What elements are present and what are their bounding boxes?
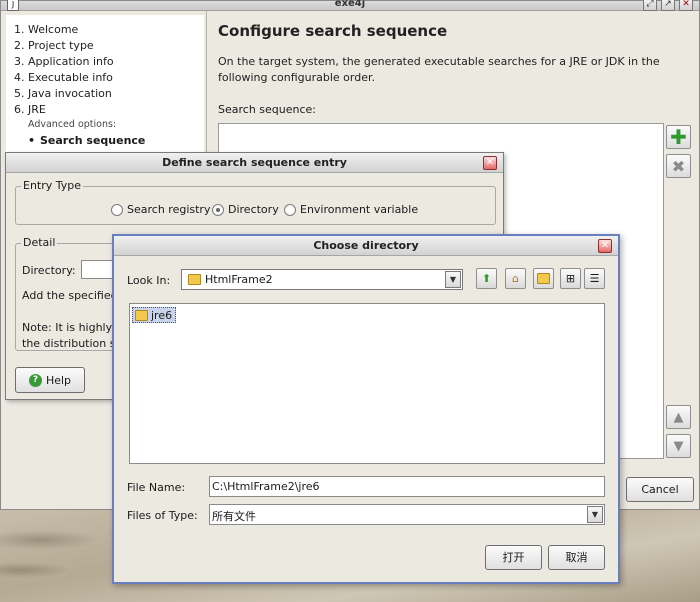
chooser-cancel-button[interactable]: 取消 xyxy=(548,545,605,570)
folder-icon xyxy=(188,274,201,285)
look-in-value: HtmlFrame2 xyxy=(205,273,273,286)
detail-description: Add the specified d xyxy=(22,289,112,302)
main-titlebar: J exe4j ⤢ ↗ ✕ xyxy=(1,0,699,11)
open-button[interactable]: 打开 xyxy=(485,545,542,570)
radio-circle xyxy=(284,203,296,216)
close-icon: ✕ xyxy=(485,157,495,168)
files-of-type-label: Files of Type: xyxy=(127,509,198,522)
help-icon: ? xyxy=(28,373,42,387)
step-jre[interactable]: 6. JRE xyxy=(14,103,46,116)
list-view-button[interactable]: ⊞ xyxy=(560,268,581,289)
detail-label: Detail xyxy=(21,236,58,249)
radio-circle-selected xyxy=(212,203,224,216)
step-java-invocation[interactable]: 5. Java invocation xyxy=(14,87,112,100)
step-welcome[interactable]: 1. Welcome xyxy=(14,23,78,36)
details-view-button[interactable]: ☰ xyxy=(584,268,605,289)
chevron-down-icon[interactable]: ▼ xyxy=(587,506,603,523)
chooser-title: Choose directory xyxy=(313,239,419,252)
step-search-sequence[interactable]: Search sequence xyxy=(40,134,145,147)
entry-dialog-title: Define search sequence entry xyxy=(162,156,347,169)
step-project-type[interactable]: 2. Project type xyxy=(14,39,94,52)
detail-note-line-1: Note: It is highly rec xyxy=(22,321,114,334)
radio-label: Directory xyxy=(228,203,279,216)
arrow-down-icon: ▼ xyxy=(673,438,684,454)
look-in-combo[interactable]: HtmlFrame2 ▼ xyxy=(181,269,463,290)
chevron-down-icon[interactable]: ▼ xyxy=(445,271,461,288)
folder-icon xyxy=(135,309,148,321)
chooser-titlebar: Choose directory ✕ xyxy=(114,236,618,256)
remove-icon: ✖ xyxy=(671,156,686,176)
file-name-label: File Name: xyxy=(127,481,186,494)
radio-label: Search registry xyxy=(127,203,211,216)
radio-environment-variable[interactable]: Environment variable xyxy=(284,203,418,216)
close-window-button[interactable]: ✕ xyxy=(679,0,693,11)
entry-dialog-close-button[interactable]: ✕ xyxy=(483,156,497,170)
file-list-item[interactable]: jre6 xyxy=(132,307,177,323)
radio-label: Environment variable xyxy=(300,203,419,216)
entry-dialog-titlebar: Define search sequence entry ✕ xyxy=(6,153,503,173)
radio-circle xyxy=(111,203,123,216)
minimize-button[interactable]: ⤢ xyxy=(643,0,657,11)
arrow-up-icon: ▲ xyxy=(673,409,684,425)
radio-search-registry[interactable]: Search registry xyxy=(111,203,210,216)
entry-type-label: Entry Type xyxy=(21,179,84,192)
files-of-type-value: 所有文件 xyxy=(212,510,256,523)
page-title: Configure search sequence xyxy=(218,22,448,40)
list-view-icon: ⊞ xyxy=(565,272,576,285)
look-in-label: Look In: xyxy=(127,274,171,287)
move-up-button[interactable]: ▲ xyxy=(666,405,691,429)
file-item-label: jre6 xyxy=(151,308,173,322)
remove-entry-button[interactable]: ✖ xyxy=(666,154,691,178)
file-name-input[interactable]: C:\HtmlFrame2\jre6 xyxy=(209,476,605,497)
advanced-options-label: Advanced options: xyxy=(28,119,117,130)
help-button[interactable]: ? Help xyxy=(15,367,85,393)
move-down-button[interactable]: ▼ xyxy=(666,434,691,458)
add-icon: ✚ xyxy=(670,125,687,149)
search-sequence-label: Search sequence: xyxy=(218,103,317,116)
up-folder-icon: ⬆ xyxy=(481,272,492,285)
up-one-level-button[interactable]: ⬆ xyxy=(476,268,497,289)
steps-panel: 1. Welcome 2. Project type 3. Applicatio… xyxy=(6,15,204,155)
directory-label: Directory: xyxy=(22,264,76,277)
cancel-button[interactable]: Cancel xyxy=(626,477,694,502)
help-label: Help xyxy=(45,373,72,387)
details-view-icon: ☰ xyxy=(589,272,600,285)
step-application-info[interactable]: 3. Application info xyxy=(14,55,114,68)
chooser-close-button[interactable]: ✕ xyxy=(598,239,612,253)
home-button[interactable]: ⌂ xyxy=(505,268,526,289)
new-folder-button[interactable] xyxy=(533,268,554,289)
step-executable-info[interactable]: 4. Executable info xyxy=(14,71,113,84)
close-icon: ✕ xyxy=(600,240,610,251)
page-description: On the target system, the generated exec… xyxy=(218,55,660,84)
window-title: exe4j xyxy=(334,0,366,9)
new-folder-icon xyxy=(537,273,550,284)
maximize-button[interactable]: ↗ xyxy=(661,0,675,11)
current-step-bullet: • xyxy=(28,134,36,147)
radio-directory[interactable]: Directory xyxy=(212,203,279,216)
choose-directory-dialog: Choose directory ✕ Look In: HtmlFrame2 ▼… xyxy=(112,234,620,584)
file-list[interactable]: jre6 xyxy=(129,303,605,464)
add-entry-button[interactable]: ✚ xyxy=(666,125,691,149)
home-icon: ⌂ xyxy=(512,272,519,285)
files-of-type-combo[interactable]: 所有文件 ▼ xyxy=(209,504,605,525)
detail-note-line-2: the distribution sou xyxy=(22,337,114,350)
